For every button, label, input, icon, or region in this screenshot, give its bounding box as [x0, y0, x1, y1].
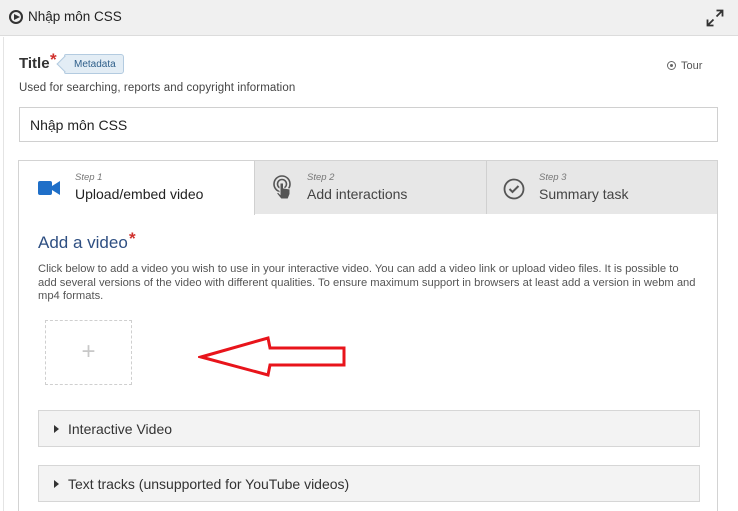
- caret-right-icon: [54, 480, 59, 488]
- content-title: Nhập môn CSS: [28, 9, 122, 24]
- caret-right-icon: [54, 425, 59, 433]
- tab-step-number: Step 3: [539, 172, 567, 183]
- fullscreen-expand-icon[interactable]: [706, 9, 724, 27]
- add-video-button[interactable]: +: [45, 320, 132, 385]
- wizard-tabs: Step 1 Upload/embed video Step 2 Add int…: [19, 161, 717, 215]
- group-label: Interactive Video: [68, 421, 173, 437]
- group-text-tracks[interactable]: Text tracks (unsupported for YouTube vid…: [38, 465, 700, 502]
- tab-step-number: Step 2: [307, 172, 335, 183]
- add-video-description: Click below to add a video you wish to u…: [38, 263, 696, 302]
- tour-icon: [667, 61, 676, 70]
- tab-label: Upload/embed video: [75, 186, 204, 202]
- tab-step-number: Step 1: [75, 172, 103, 183]
- tour-label: Tour: [681, 60, 703, 72]
- required-asterisk: *: [129, 229, 136, 248]
- tab-summary-task[interactable]: Step 3 Summary task: [487, 161, 717, 214]
- add-video-heading: Add a video: [38, 233, 128, 252]
- tab-upload-embed-video[interactable]: Step 1 Upload/embed video: [19, 161, 255, 215]
- title-description: Used for searching, reports and copyrigh…: [19, 82, 296, 94]
- video-camera-icon: [38, 181, 60, 195]
- play-circle-icon: [9, 10, 23, 24]
- touch-hand-icon: [273, 175, 291, 200]
- group-label: Text tracks (unsupported for YouTube vid…: [68, 476, 350, 492]
- tab-add-interactions[interactable]: Step 2 Add interactions: [255, 161, 487, 214]
- tour-button[interactable]: Tour: [667, 60, 702, 72]
- tab-label: Add interactions: [307, 186, 408, 202]
- required-asterisk: *: [50, 50, 57, 69]
- group-interactive-video[interactable]: Interactive Video: [38, 410, 700, 447]
- title-input[interactable]: [19, 107, 718, 142]
- check-circle-icon: [503, 178, 525, 200]
- metadata-label: Metadata: [74, 59, 116, 70]
- metadata-button[interactable]: Metadata: [64, 54, 124, 74]
- plus-icon: +: [81, 338, 96, 365]
- red-annotation-arrow: [198, 336, 346, 377]
- tab-label: Summary task: [539, 186, 629, 202]
- title-label: Title: [19, 55, 50, 72]
- editor-header: Nhập môn CSS: [0, 0, 738, 36]
